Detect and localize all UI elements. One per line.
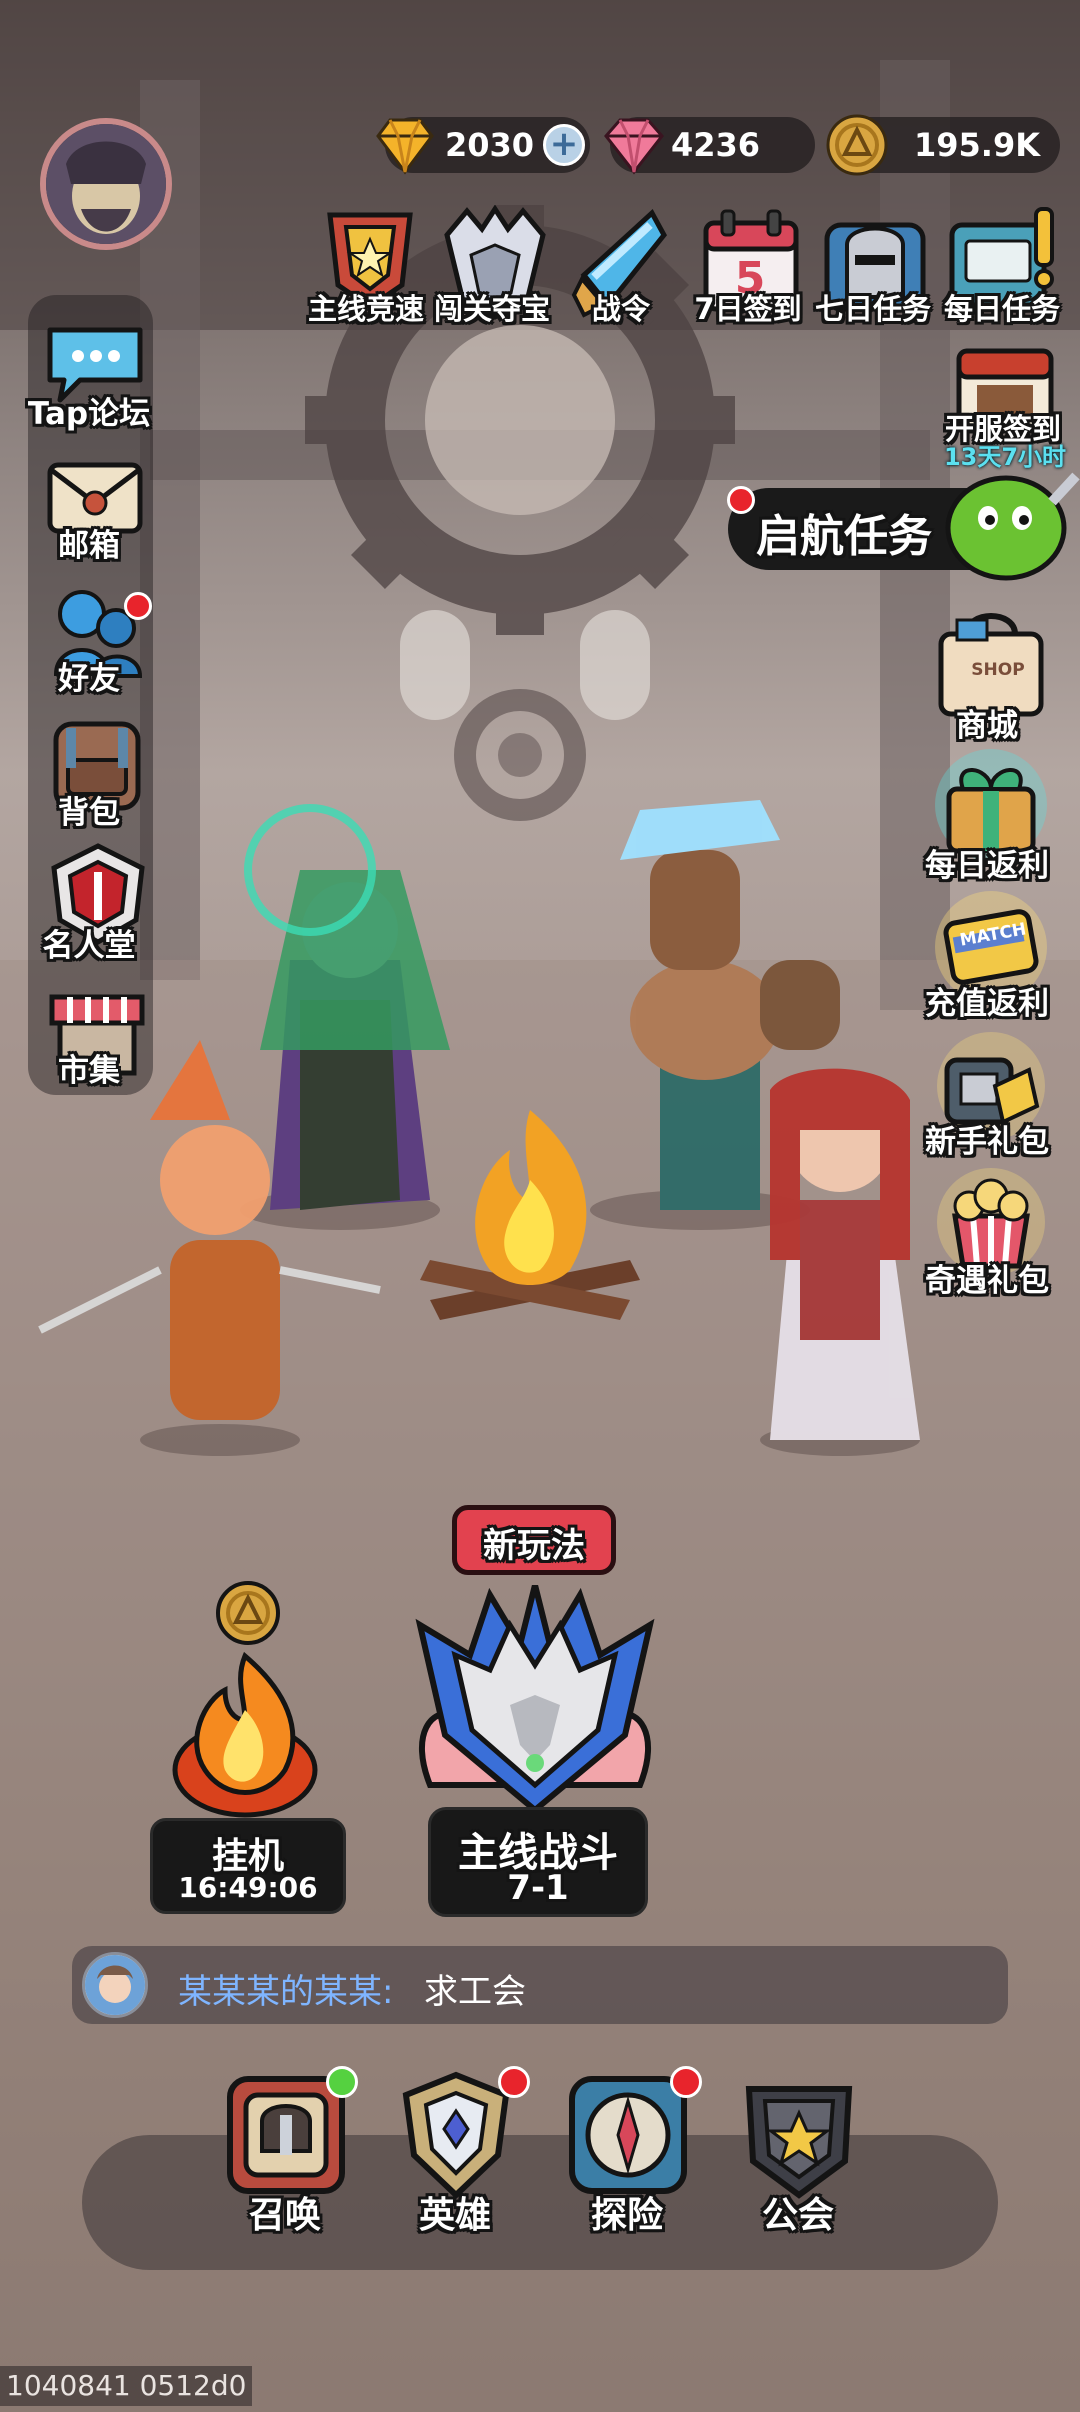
chat-message: 求工会: [424, 1972, 526, 2012]
main-battle-stage: 7-1: [507, 1868, 569, 1908]
coin-value: 195.9K: [913, 126, 1040, 164]
gem-icon: [604, 118, 664, 175]
game-scene: 2030 + 4236 195.9K 主线竞速 闯关夺宝 战令 5 7日签到 七…: [0, 0, 1080, 2412]
top-menu-daily-task-label: 每日任务: [943, 292, 1060, 326]
left-menu-friends-label: 好友: [58, 661, 120, 697]
left-menu-backpack-label: 背包: [58, 795, 120, 831]
idle-label-box: 挂机 16:49:06: [150, 1818, 346, 1914]
player-avatar[interactable]: [40, 118, 172, 250]
left-menu-market-label: 市集: [58, 1053, 120, 1089]
idle-coin-icon: [216, 1581, 280, 1645]
shop-tag: SHOP: [971, 660, 1025, 680]
chat-avatar: [82, 1952, 148, 2018]
right-menu-starter-pack-label: 新手礼包: [925, 1124, 1049, 1160]
chat-bar[interactable]: 某某某的某某: 求工会: [72, 1946, 1008, 2024]
add-gold-button[interactable]: +: [543, 124, 585, 166]
coin-icon: [826, 114, 888, 176]
new-mode-badge: 新玩法: [452, 1505, 616, 1575]
friends-alert-dot: [124, 592, 152, 620]
right-menu-shop-label: 商城: [956, 708, 1018, 744]
hero-alert-dot: [498, 2066, 530, 2098]
voyage-task-label: 启航任务: [756, 511, 932, 562]
guild-shield-icon: [745, 2086, 853, 2199]
bottom-nav-hero-label: 英雄: [418, 2195, 491, 2236]
right-menu-recharge-rebate-label: 充值返利: [925, 986, 1049, 1022]
main-battle-label-box: 主线战斗 7-1: [428, 1807, 648, 1917]
chat-avatar-icon: [85, 1955, 145, 2015]
top-menu-racing-label: 主线竞速: [307, 292, 424, 326]
top-menu-seven-day-signin-label: 7日签到: [694, 292, 802, 326]
gold-ingot-icon: [376, 118, 434, 175]
top-menu-seven-day-task-label: 七日任务: [814, 292, 931, 326]
right-menu-daily-rebate-label: 每日返利: [925, 848, 1049, 884]
bottom-nav-explore-label: 探险: [590, 2195, 663, 2236]
left-menu-forum-label: Tap论坛: [27, 396, 151, 432]
chat-sender: 某某某的某某:: [178, 1972, 394, 2012]
wolf-emblem-icon: [415, 1585, 655, 1814]
main-battle-button[interactable]: 主线战斗 7-1: [400, 1585, 670, 1917]
explore-alert-dot: [670, 2066, 702, 2098]
new-mode-badge-label: 新玩法: [483, 1526, 585, 1566]
right-menu-adventure-pack-label: 奇遇礼包: [925, 1263, 1049, 1299]
voyage-task-alert-dot: [727, 486, 755, 514]
avatar-portrait-icon: [46, 124, 166, 244]
top-menu-war-order-label: 战令: [591, 292, 650, 326]
idle-button[interactable]: 挂机 16:49:06: [150, 1650, 346, 1914]
idle-fire-icon: [172, 1651, 318, 1818]
left-menu-mail-label: 邮箱: [58, 528, 120, 564]
top-menu-treasure-label: 闯关夺宝: [433, 292, 550, 326]
build-id: 1040841 0512d0: [0, 2366, 253, 2406]
left-menu-hall-of-fame-label: 名人堂: [42, 928, 136, 964]
bottom-nav-summon-label: 召唤: [248, 2195, 321, 2236]
bottom-nav-guild-label: 公会: [761, 2195, 834, 2236]
slime-mascot-icon: [945, 472, 1080, 581]
idle-timer: 16:49:06: [178, 1871, 318, 1904]
summon-alert-dot: [326, 2066, 358, 2098]
gold-ingot-value: 2030: [445, 126, 535, 164]
plus-icon: +: [549, 124, 579, 164]
gem-value: 4236: [670, 126, 760, 164]
